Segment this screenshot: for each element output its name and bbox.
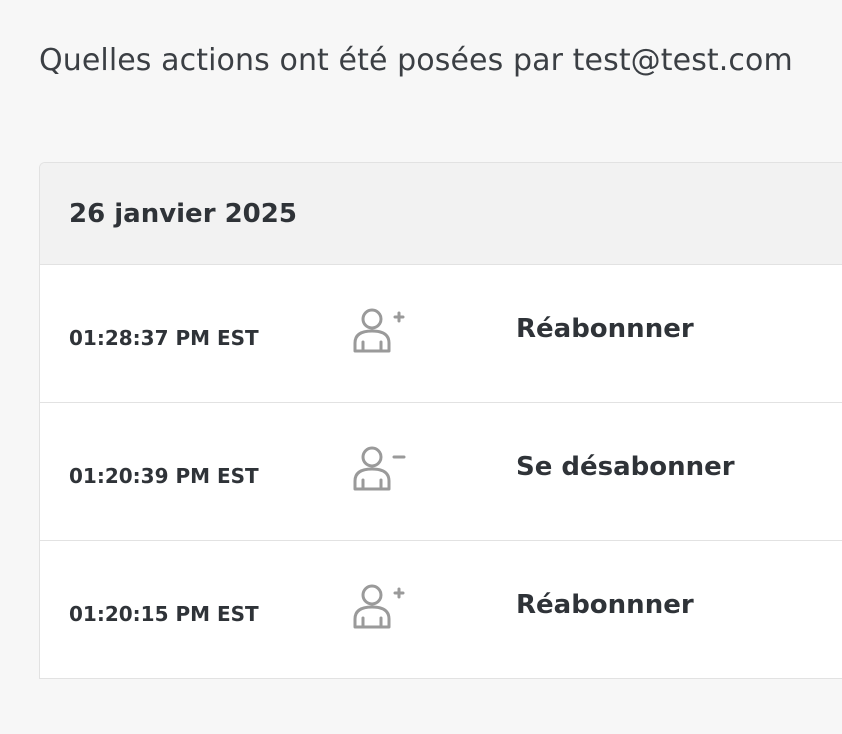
log-time: 01:28:37 PM EST [69, 326, 259, 350]
log-time: 01:20:39 PM EST [69, 464, 259, 488]
page-title: Quelles actions ont été posées par test@… [39, 43, 793, 78]
user-minus-icon [353, 446, 406, 491]
log-row: 01:28:37 PM EST Réabonnner [40, 265, 842, 403]
log-action: Réabonnner [516, 590, 694, 620]
log-action: Se désabonner [516, 452, 735, 482]
date-group-header: 26 janvier 2025 [40, 163, 842, 265]
activity-log-panel: 26 janvier 2025 01:28:37 PM EST Réabonnn… [39, 162, 842, 679]
log-time: 01:20:15 PM EST [69, 602, 259, 626]
user-plus-icon [353, 308, 405, 353]
log-action: Réabonnner [516, 314, 694, 344]
date-heading: 26 janvier 2025 [69, 199, 297, 229]
log-row: 01:20:15 PM EST Réabonnner [40, 541, 842, 678]
log-row: 01:20:39 PM EST Se désabonner [40, 403, 842, 541]
user-plus-icon [353, 584, 405, 629]
